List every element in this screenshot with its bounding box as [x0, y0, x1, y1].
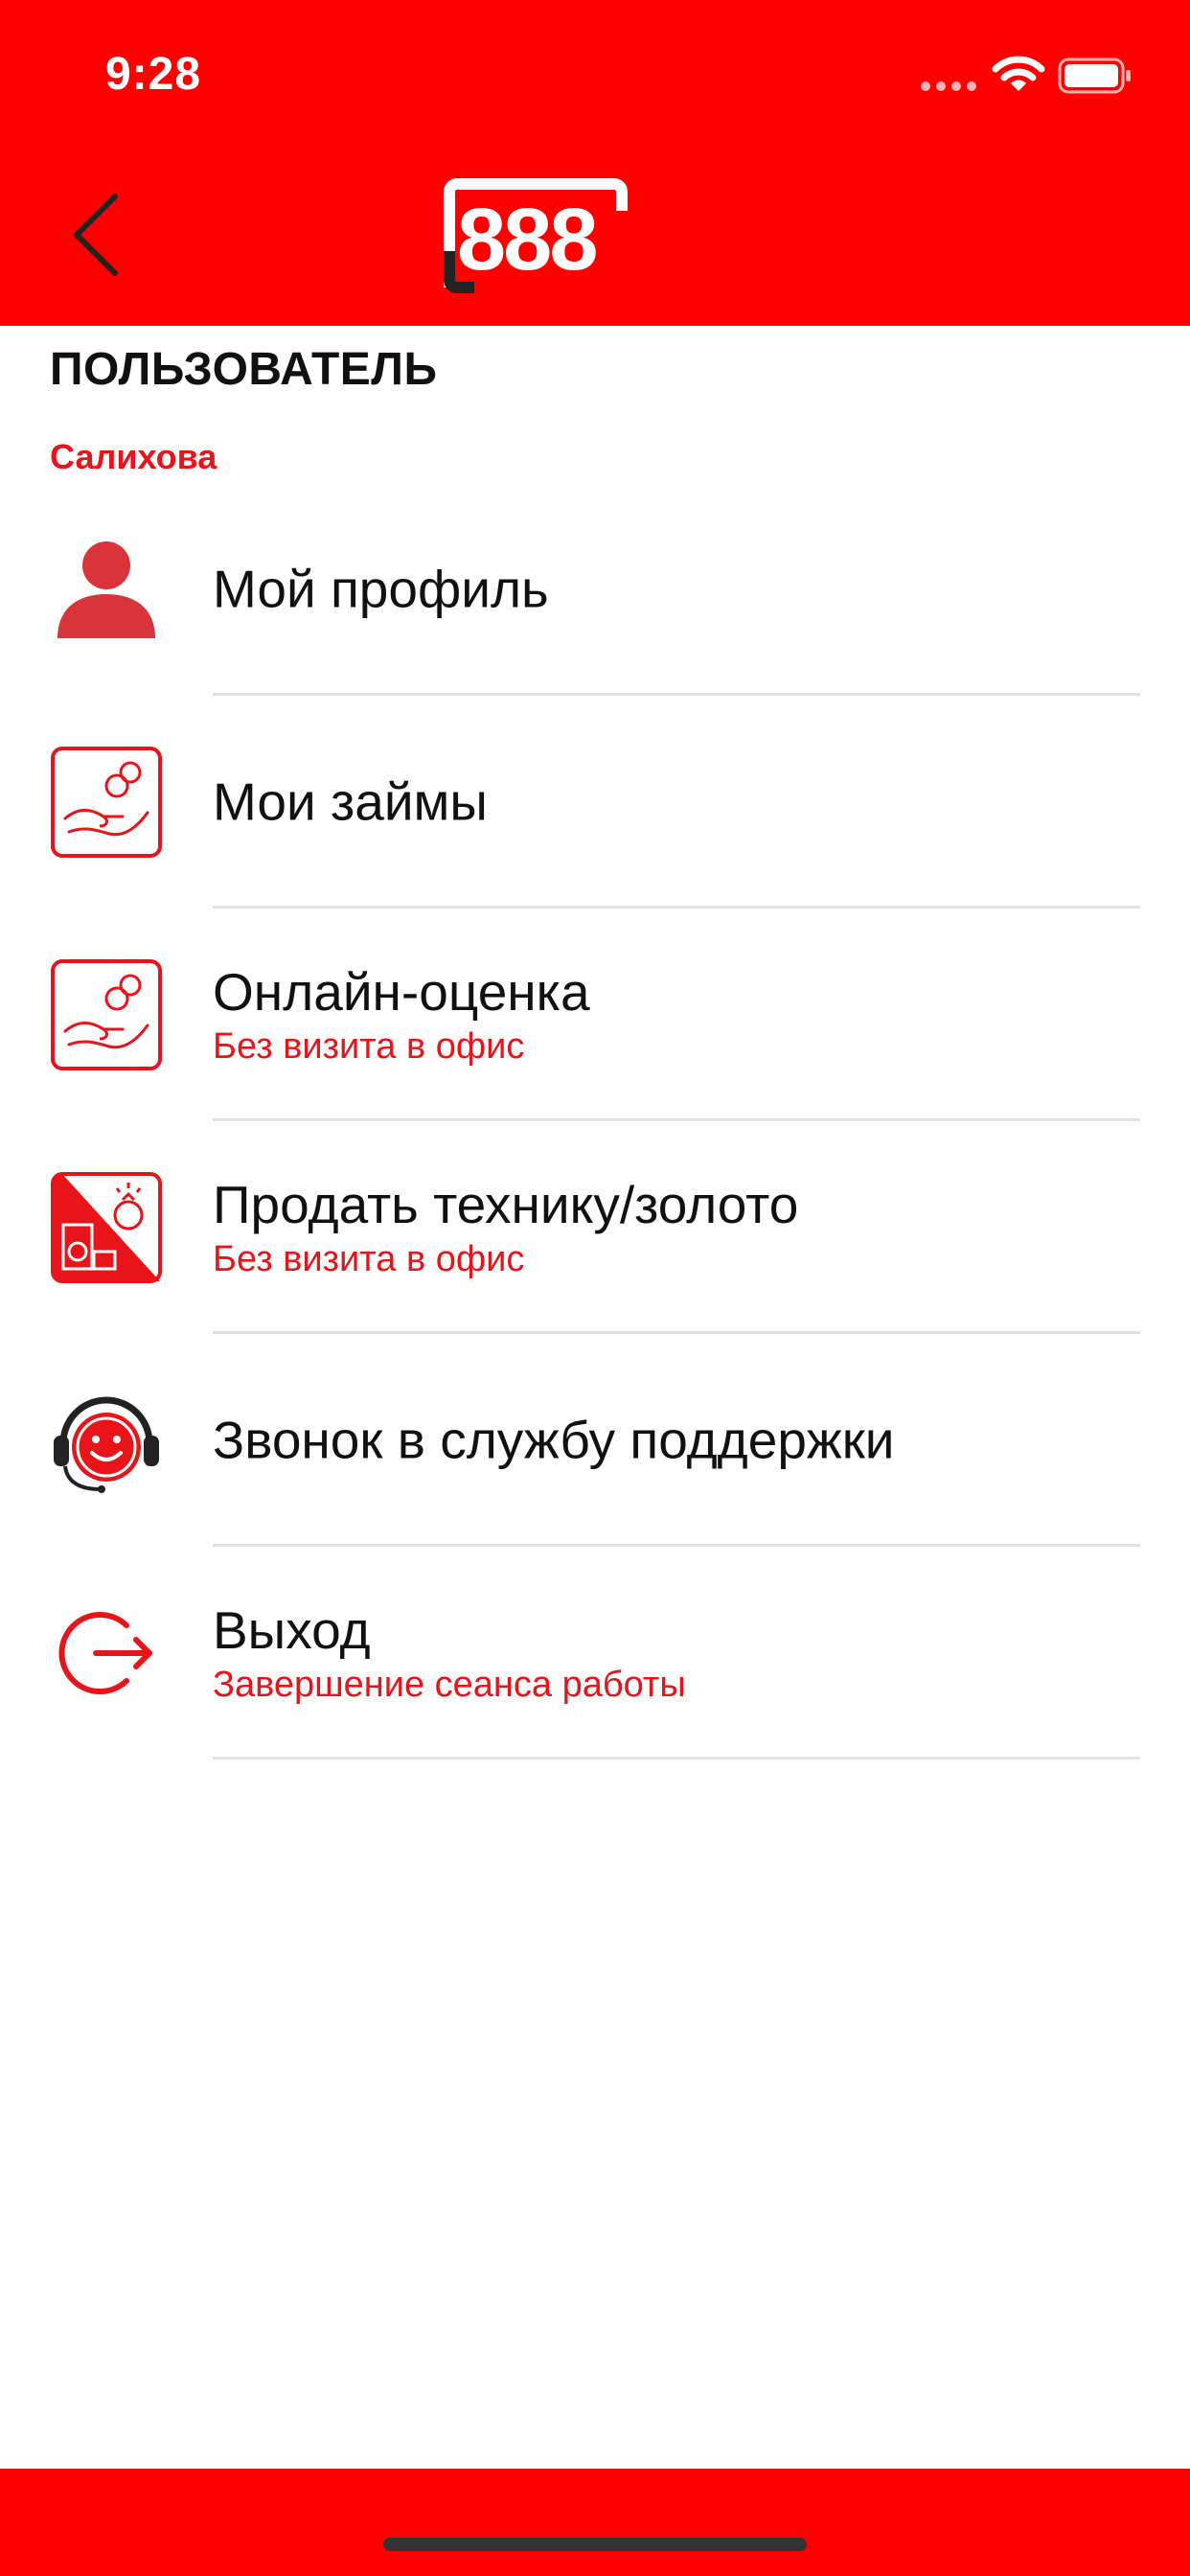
- menu-item-title: Выход: [213, 1599, 371, 1660]
- chevron-left-icon: [74, 194, 118, 276]
- brand-logo: 888: [436, 174, 628, 294]
- menu-item-online-appraisal[interactable]: Онлайн-оценка Без визита в офис: [0, 908, 1190, 1121]
- section-title: ПОЛЬЗОВАТЕЛЬ: [50, 344, 438, 395]
- home-indicator[interactable]: [383, 2538, 807, 2551]
- person-icon: [57, 541, 155, 638]
- back-button[interactable]: [57, 187, 134, 283]
- menu-item-logout[interactable]: Выход Завершение сеанса работы: [0, 1547, 1190, 1760]
- menu-item-sell-goods[interactable]: Продать технику/золото Без визита в офис: [0, 1121, 1190, 1334]
- menu-item-my-loans[interactable]: Мои займы: [0, 696, 1190, 908]
- menu-item-title: Звонок в службу поддержки: [213, 1410, 895, 1470]
- menu-list: Мой профиль Мои займы Онлайн-оценка Без …: [0, 483, 1190, 1760]
- wifi-icon: [992, 56, 1045, 91]
- appliance-ring-icon: [51, 1172, 162, 1283]
- menu-item-title: Онлайн-оценка: [213, 961, 590, 1022]
- user-name: Салихова: [50, 437, 217, 476]
- logo-text: 888: [457, 191, 598, 288]
- status-time: 9:28: [105, 49, 202, 100]
- battery-icon: [1058, 58, 1131, 94]
- logout-icon: [58, 1612, 152, 1694]
- divider: [213, 1757, 1140, 1760]
- menu-item-title: Мой профиль: [213, 559, 549, 619]
- menu-item-profile[interactable]: Мой профиль: [0, 483, 1190, 696]
- footer-bar: [0, 2469, 1190, 2576]
- menu-item-title: Мои займы: [213, 771, 488, 832]
- menu-item-subtitle: Без визита в офис: [213, 1026, 525, 1068]
- app-header: 9:28 888: [0, 0, 1190, 326]
- menu-item-support-call[interactable]: Звонок в службу поддержки: [0, 1334, 1190, 1547]
- menu-item-subtitle: Завершение сеанса работы: [213, 1665, 686, 1706]
- cellular-signal-icon: [921, 81, 976, 91]
- hand-coins-icon: [51, 747, 162, 858]
- headset-smiley-icon: [54, 1396, 159, 1493]
- menu-item-title: Продать технику/золото: [213, 1174, 799, 1234]
- menu-item-subtitle: Без визита в офис: [213, 1239, 525, 1280]
- hand-coins-icon: [51, 959, 162, 1070]
